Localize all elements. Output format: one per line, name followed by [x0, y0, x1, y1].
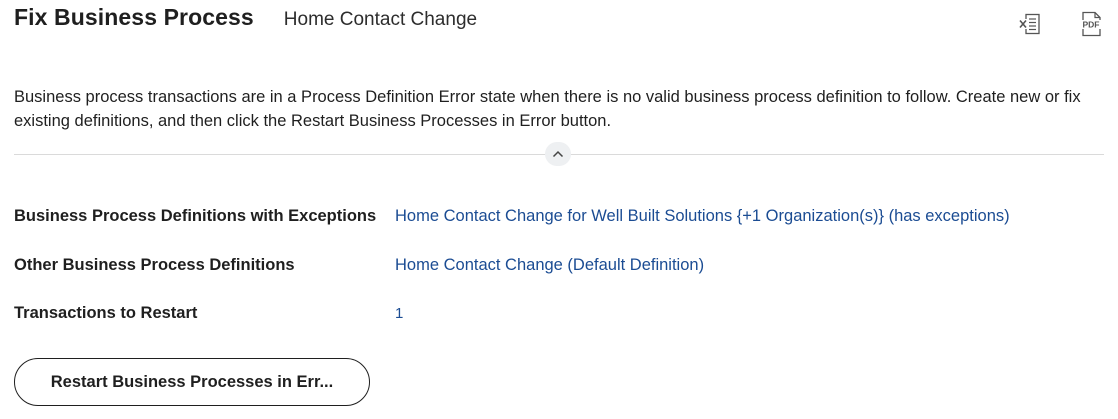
- transactions-count: 1: [395, 305, 404, 322]
- pdf-export-button[interactable]: PDF: [1078, 10, 1104, 38]
- page-description: Business process transactions are in a P…: [14, 88, 1081, 130]
- chevron-up-icon: [552, 150, 564, 158]
- page-header: Fix Business Process Home Contact Change: [14, 4, 477, 34]
- field-row-definitions-with-exceptions: Business Process Definitions with Except…: [14, 207, 1010, 226]
- collapse-button[interactable]: [545, 142, 571, 166]
- field-label: Transactions to Restart: [14, 304, 198, 322]
- excel-export-icon: [1018, 13, 1040, 35]
- header-actions: PDF: [1016, 10, 1104, 38]
- definition-with-exceptions-link[interactable]: Home Contact Change for Well Built Solut…: [395, 207, 1010, 226]
- pdf-export-icon: PDF: [1079, 11, 1103, 37]
- field-label: Other Business Process Definitions: [14, 256, 295, 274]
- default-definition-link[interactable]: Home Contact Change (Default Definition): [395, 256, 704, 275]
- restart-business-processes-button[interactable]: Restart Business Processes in Err...: [14, 358, 370, 406]
- field-label: Business Process Definitions with Except…: [14, 207, 377, 225]
- field-row-transactions-to-restart: Transactions to Restart 1: [14, 304, 403, 323]
- page-title: Fix Business Process: [14, 4, 254, 30]
- pdf-label: PDF: [1083, 20, 1100, 30]
- excel-export-button[interactable]: [1016, 10, 1042, 38]
- field-row-other-definitions: Other Business Process Definitions Home …: [14, 256, 704, 275]
- page-subtitle: Home Contact Change: [283, 9, 478, 30]
